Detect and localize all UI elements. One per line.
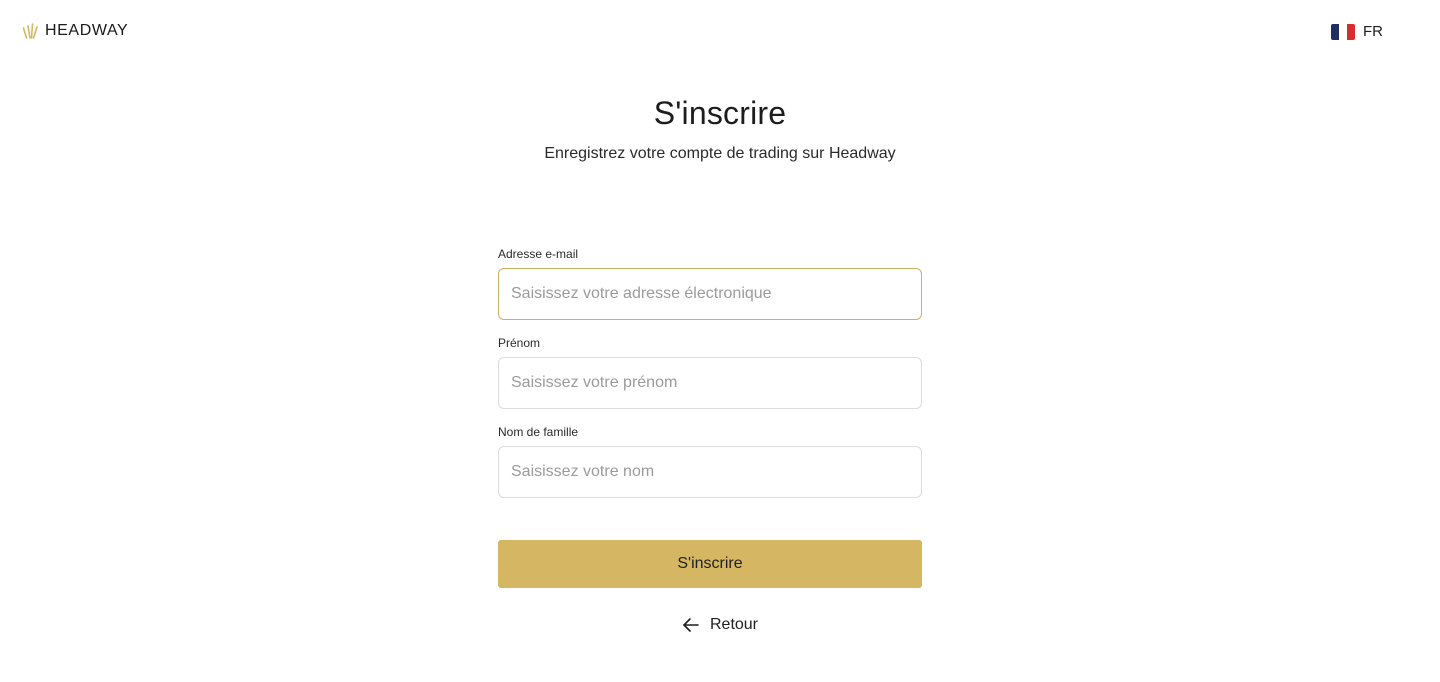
email-field-group: Adresse e-mail [498,247,922,320]
page-title: S'inscrire [653,95,787,131]
headway-crown-icon [22,22,40,40]
language-code: FR [1363,23,1383,40]
email-input[interactable] [498,268,922,320]
last-name-input[interactable] [498,446,922,498]
last-name-label: Nom de famille [498,425,579,439]
back-label: Retour [709,616,759,633]
email-label: Adresse e-mail [498,247,579,261]
first-name-label: Prénom [498,336,541,350]
language-selector[interactable]: FR [1331,23,1383,40]
headway-logo[interactable]: HEADWAY [22,22,128,40]
last-name-field-group: Nom de famille [498,425,922,498]
page-subtitle: Enregistrez votre compte de trading sur … [544,145,896,162]
signup-form: Adresse e-mail Prénom Nom de famille [498,247,922,514]
logo-wordmark: HEADWAY [45,22,129,39]
first-name-field-group: Prénom [498,336,922,409]
signup-page: HEADWAY FR S'inscrire Enregistrez votre … [0,0,1440,682]
back-link[interactable]: Retour [682,616,758,634]
flag-fr-icon [1331,23,1355,40]
arrow-left-icon [682,616,700,634]
signup-button[interactable]: S'inscrire [498,540,922,588]
back-row: Retour [0,616,1440,634]
first-name-input[interactable] [498,357,922,409]
